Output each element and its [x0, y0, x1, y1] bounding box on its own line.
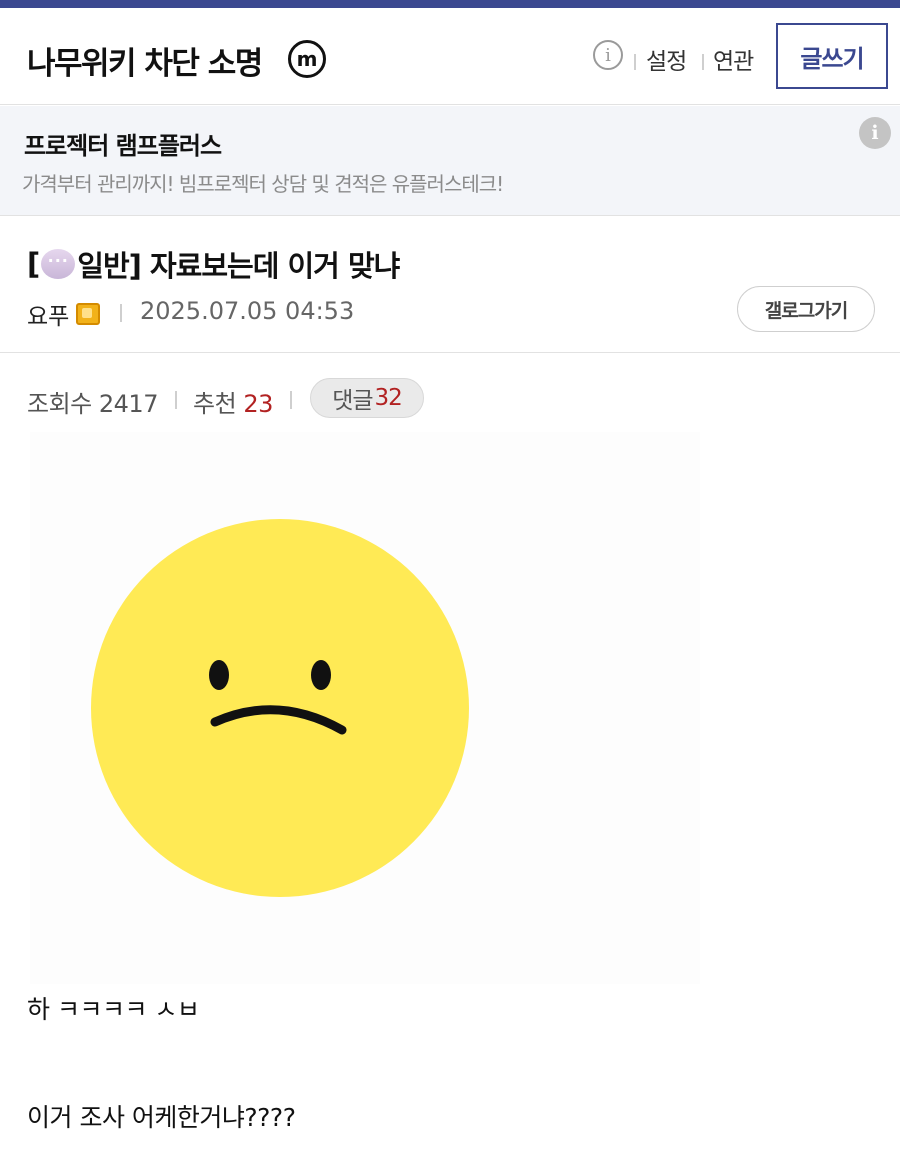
title-bracket-open: [ [27, 247, 40, 281]
header-divider [634, 54, 636, 70]
stats-divider [290, 391, 292, 409]
fixed-nick-badge-icon [76, 303, 101, 325]
stats-divider [175, 391, 177, 409]
speech-bubble-icon [41, 249, 76, 279]
post-body-line: 이거 조사 어케한거냐???? [27, 1103, 296, 1132]
post-body-line: 하 ㅋㅋㅋㅋ ㅅㅂ [27, 995, 200, 1024]
minor-gallery-icon: m [288, 40, 326, 78]
author-name[interactable]: 요푸 [27, 297, 69, 331]
author-info: 요푸 [27, 297, 101, 331]
info-icon[interactable]: i [593, 40, 623, 70]
post-header: [ 일반 ] 자료보는데 이거 맞냐 요푸 2025.07.05 04:53 갤… [0, 217, 900, 353]
post-image[interactable] [30, 432, 700, 984]
ad-description[interactable]: 가격부터 관리까지! 빔프로젝터 상담 및 견적은 유플러스테크! [22, 168, 504, 197]
ad-info-icon[interactable]: i [859, 117, 891, 149]
comment-count-button[interactable]: 댓글 32 [310, 378, 424, 418]
top-accent-bar [0, 0, 900, 8]
post-title-text: ] 자료보는데 이거 맞냐 [128, 249, 401, 283]
recommend-count: 추천 23 [193, 390, 273, 418]
header-divider [702, 54, 704, 70]
post-stats: 조회수 2417 추천 23 댓글 32 [0, 374, 900, 424]
settings-link[interactable]: 설정 [646, 42, 687, 76]
post-title: [ 일반 ] 자료보는데 이거 맞냐 [27, 243, 401, 285]
meta-divider [120, 304, 122, 322]
write-button[interactable]: 글쓰기 [776, 23, 888, 89]
sad-face-icon [91, 519, 469, 897]
gallery-header: 나무위키 차단 소명 m i 설정 연관 글쓰기 [0, 8, 900, 105]
ad-banner[interactable]: 프로젝터 램프플러스 가격부터 관리까지! 빔프로젝터 상담 및 견적은 유플러… [0, 106, 900, 216]
gallery-title[interactable]: 나무위키 차단 소명 [27, 38, 263, 83]
related-link[interactable]: 연관 [713, 42, 754, 76]
post-date: 2025.07.05 04:53 [140, 297, 355, 325]
ad-title[interactable]: 프로젝터 램프플러스 [24, 126, 222, 161]
post-category: 일반 [77, 249, 129, 283]
gallog-button[interactable]: 갤로그가기 [737, 286, 875, 332]
view-count: 조회수 2417 [27, 390, 158, 418]
